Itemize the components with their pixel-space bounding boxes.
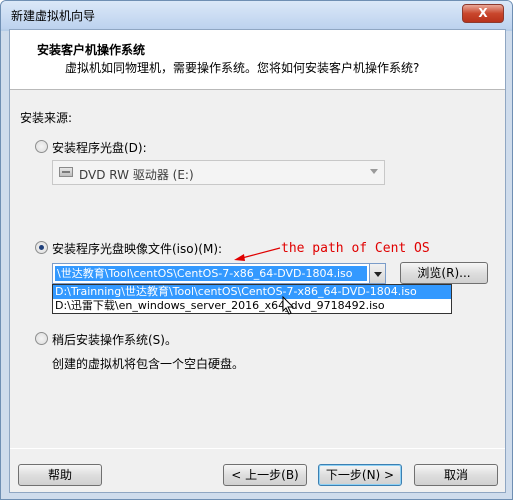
- back-button[interactable]: < 上一步(B): [223, 464, 307, 486]
- browse-button[interactable]: 浏览(R)...: [400, 262, 488, 284]
- iso-path-combobox[interactable]: \世达教育\Tool\centOS\CentOS-7-x86_64-DVD-18…: [52, 263, 386, 284]
- title-bar: 新建虚拟机向导 X: [1, 1, 512, 29]
- wizard-header: 安装客户机操作系统 虚拟机如同物理机，需要操作系统。您将如何安装客户机操作系统?: [10, 30, 505, 90]
- page-subtitle: 虚拟机如同物理机，需要操作系统。您将如何安装客户机操作系统?: [65, 61, 420, 75]
- radio-install-disc[interactable]: [35, 140, 48, 153]
- combo-dropdown-button[interactable]: [369, 264, 385, 283]
- window-title: 新建虚拟机向导: [11, 9, 96, 23]
- chevron-down-icon: [370, 169, 378, 174]
- iso-path-input[interactable]: \世达教育\Tool\centOS\CentOS-7-x86_64-DVD-18…: [55, 266, 367, 281]
- help-button[interactable]: 帮助: [18, 464, 102, 486]
- annotation-arrow-icon: [234, 247, 281, 261]
- cancel-button[interactable]: 取消: [414, 464, 498, 486]
- mouse-cursor-icon: [282, 296, 295, 315]
- dropdown-item[interactable]: D:\迅雷下载\en_windows_server_2016_x64_dvd_9…: [53, 299, 451, 313]
- wizard-window: 新建虚拟机向导 X 安装客户机操作系统 虚拟机如同物理机，需要操作系统。您将如何…: [0, 0, 513, 500]
- radio-install-iso[interactable]: [35, 241, 48, 254]
- install-later-description: 创建的虚拟机将包含一个空白硬盘。: [52, 357, 245, 371]
- annotation-text: the path of Cent OS: [281, 241, 430, 256]
- install-disc-label: 安装程序光盘(D):: [52, 141, 147, 155]
- close-button[interactable]: X: [462, 4, 504, 23]
- next-button[interactable]: 下一步(N) >: [318, 464, 402, 486]
- dropdown-item[interactable]: D:\Trainning\世达教育\Tool\centOS\CentOS-7-x…: [53, 285, 451, 299]
- iso-history-dropdown: D:\Trainning\世达教育\Tool\centOS\CentOS-7-x…: [52, 284, 452, 314]
- disc-drive-icon: [59, 167, 73, 177]
- page-title: 安装客户机操作系统: [37, 43, 146, 57]
- disc-drive-select[interactable]: DVD RW 驱动器 (E:): [52, 160, 385, 185]
- wizard-content: 安装客户机操作系统 虚拟机如同物理机，需要操作系统。您将如何安装客户机操作系统?…: [9, 29, 506, 493]
- disc-drive-value: DVD RW 驱动器 (E:): [79, 168, 194, 182]
- install-source-label: 安装来源:: [20, 111, 73, 125]
- install-iso-label: 安装程序光盘映像文件(iso)(M):: [52, 242, 223, 256]
- radio-install-later[interactable]: [35, 332, 48, 345]
- install-later-label: 稍后安装操作系统(S)。: [52, 333, 177, 347]
- footer-divider: [10, 448, 505, 449]
